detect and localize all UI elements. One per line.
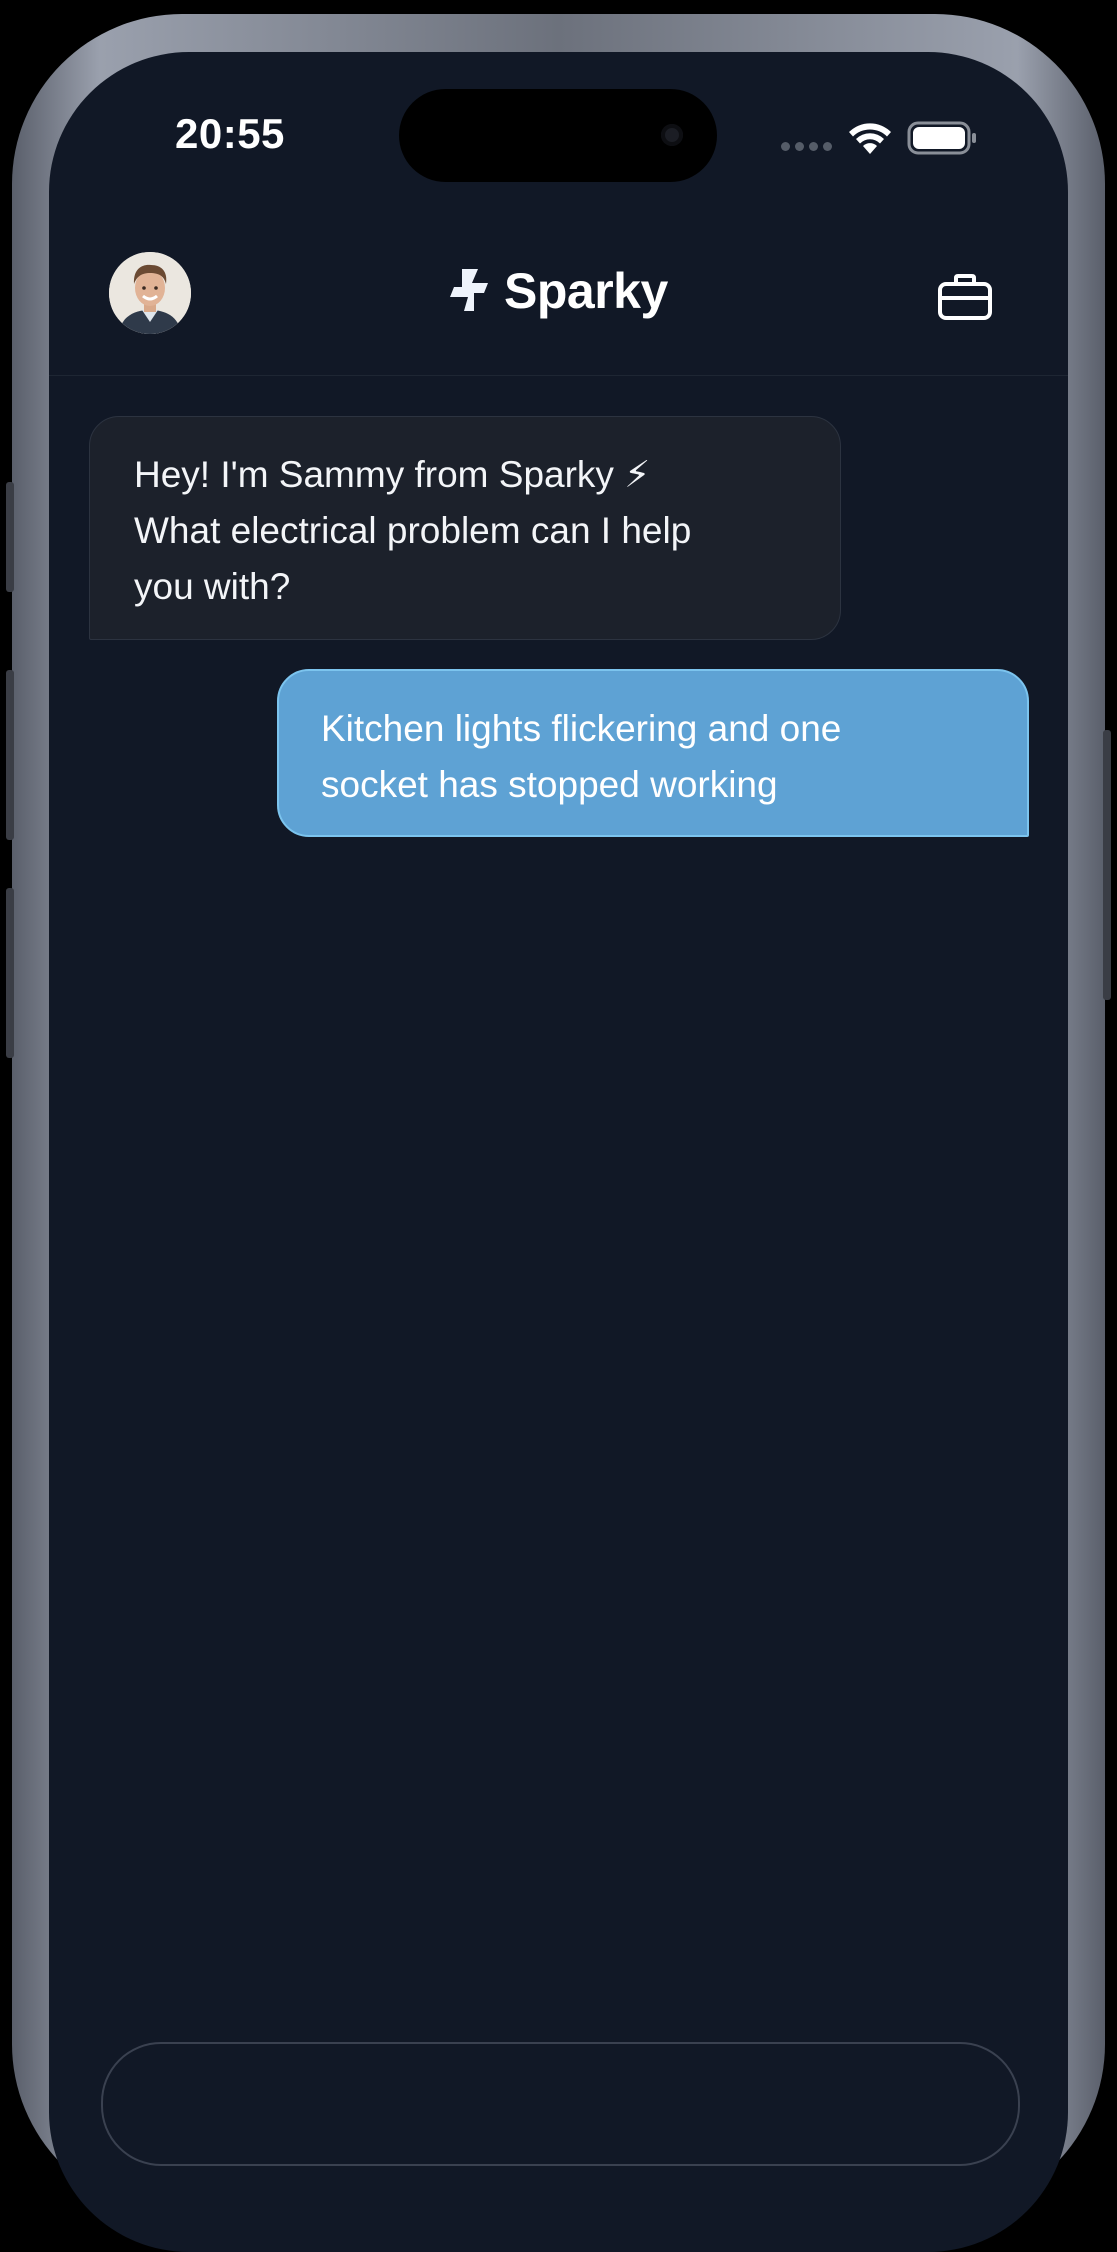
header-divider bbox=[49, 375, 1068, 376]
wifi-icon bbox=[849, 123, 891, 154]
battery-icon bbox=[907, 121, 976, 155]
device-power-button bbox=[1103, 730, 1111, 1000]
device-volume-down bbox=[6, 888, 14, 1058]
assistant-message-bubble: Hey! I'm Sammy from Sparky ⚡ What electr… bbox=[89, 416, 841, 640]
user-portrait-icon bbox=[109, 252, 191, 334]
app-brand: Sparky bbox=[444, 262, 668, 320]
briefcase-icon bbox=[938, 274, 992, 320]
user-message-text: Kitchen lights flickering and one socket… bbox=[321, 708, 842, 805]
message-composer[interactable] bbox=[101, 2042, 1020, 2166]
assistant-message-text: Hey! I'm Sammy from Sparky ⚡ What electr… bbox=[134, 454, 692, 607]
jobs-button[interactable] bbox=[937, 270, 993, 326]
cellular-signal-icon bbox=[781, 142, 832, 151]
dynamic-island bbox=[399, 89, 717, 182]
lightning-bolt-icon bbox=[450, 269, 488, 311]
status-time: 20:55 bbox=[175, 110, 285, 157]
app-screen: 20:55 Sparky Hey! I'm Sammy from Sparky … bbox=[49, 52, 1068, 2252]
user-message-bubble: Kitchen lights flickering and one socket… bbox=[277, 669, 1029, 837]
device-action-button bbox=[6, 482, 14, 592]
device-volume-up bbox=[6, 670, 14, 840]
avatar[interactable] bbox=[109, 252, 191, 334]
front-camera bbox=[661, 124, 683, 146]
app-title: Sparky bbox=[504, 263, 668, 319]
